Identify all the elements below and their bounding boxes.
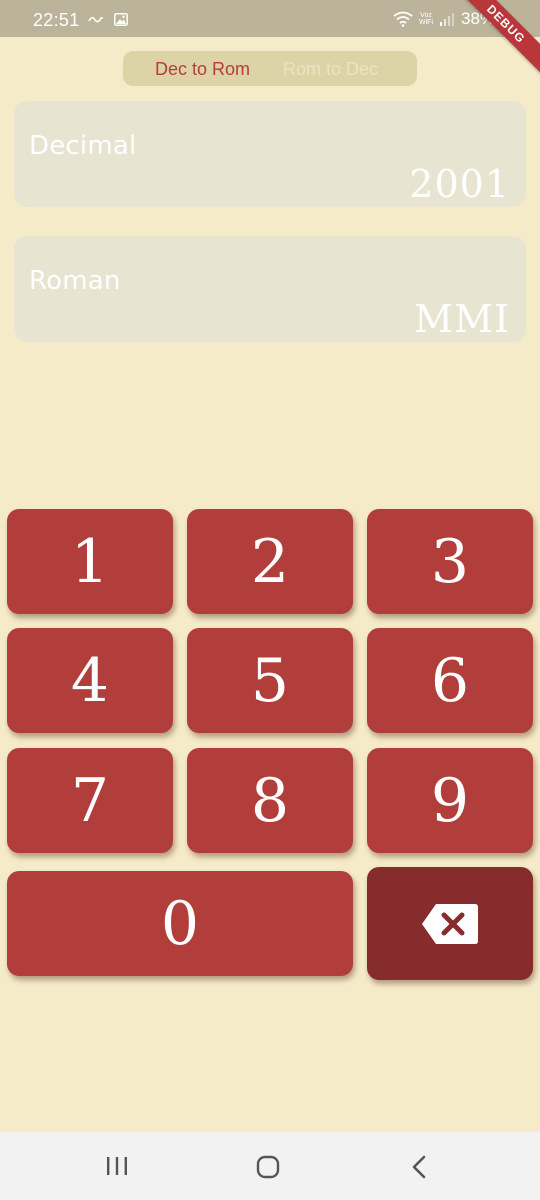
- backspace-button[interactable]: [367, 867, 533, 980]
- back-icon[interactable]: [410, 1155, 428, 1179]
- gallery-icon: [114, 13, 128, 26]
- recent-apps-icon[interactable]: [105, 1156, 129, 1176]
- key-7-button[interactable]: 7: [7, 748, 173, 853]
- key-5-button[interactable]: 5: [187, 628, 353, 733]
- key-9-button[interactable]: 9: [367, 748, 533, 853]
- status-bar: 22:51 Voz WiFi 38% DEBUG: [0, 0, 540, 81]
- key-8-button[interactable]: 8: [187, 748, 353, 853]
- status-notification-icons: [88, 13, 128, 26]
- key-2-button[interactable]: 2: [187, 509, 353, 614]
- mode-toggle: Dec to Rom Rom to Dec: [123, 51, 417, 86]
- status-time: 22:51: [33, 10, 80, 30]
- mode-rom-to-dec-button[interactable]: Rom to Dec: [283, 59, 378, 80]
- key-4-button[interactable]: 4: [7, 628, 173, 733]
- decimal-field[interactable]: Decimal 2001: [14, 101, 526, 207]
- backspace-icon: [422, 903, 478, 944]
- roman-label: Roman: [29, 266, 121, 296]
- signal-icon: [440, 13, 454, 26]
- notification-app-icon: [88, 16, 103, 22]
- mode-dec-to-rom-button[interactable]: Dec to Rom: [155, 59, 250, 80]
- roman-value: MMI: [414, 297, 510, 341]
- key-3-button[interactable]: 3: [367, 509, 533, 614]
- key-1-button[interactable]: 1: [7, 509, 173, 614]
- volte-wifi-label: Voz WiFi: [419, 12, 433, 26]
- roman-field[interactable]: Roman MMI: [14, 236, 526, 342]
- decimal-label: Decimal: [29, 131, 137, 161]
- decimal-value: 2001: [409, 162, 510, 206]
- key-6-button[interactable]: 6: [367, 628, 533, 733]
- home-icon[interactable]: [256, 1155, 280, 1179]
- key-0-button[interactable]: 0: [7, 871, 353, 976]
- navigation-bar: [0, 1132, 540, 1200]
- wifi-icon: [393, 11, 413, 27]
